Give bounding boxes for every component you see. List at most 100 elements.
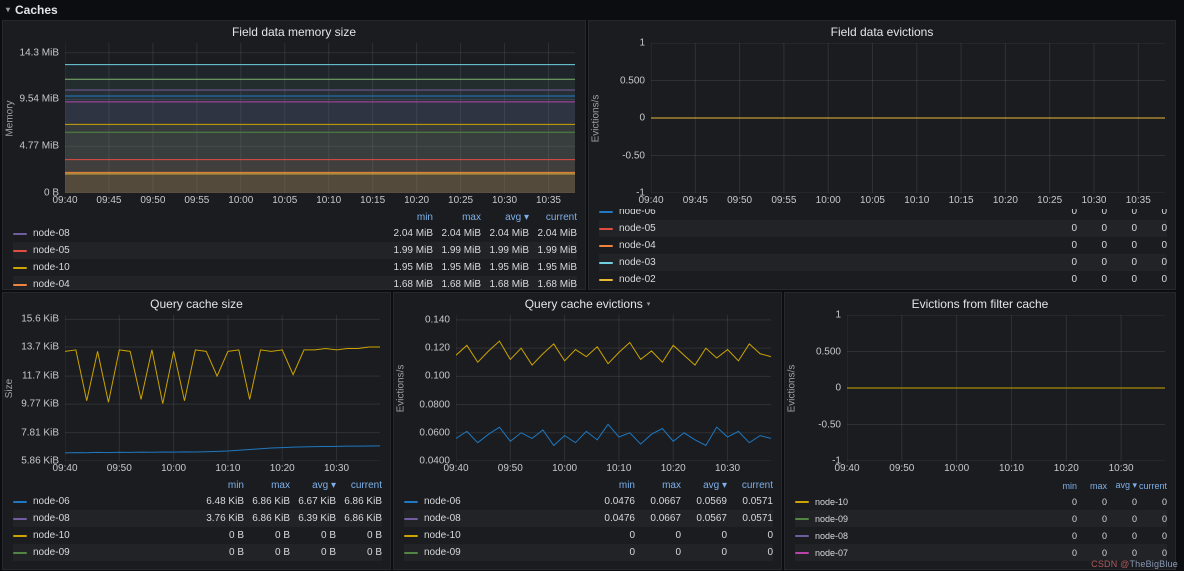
series-name-link[interactable]: node-09 [815, 514, 1047, 524]
legend-value: 0 [1161, 513, 1167, 524]
legend-row: node-10 1.95 MiB 1.95 MiB 1.95 MiB 1.95 MiB [13, 259, 577, 276]
series-name-link[interactable]: node-10 [815, 497, 1047, 507]
watermark-name: TheBigBlue [1129, 559, 1178, 569]
y-axis-ticks: 14.3 MiB 9.54 MiB 4.77 MiB 0 B [17, 43, 65, 198]
legend-value: 0 [1161, 547, 1167, 558]
series-color-icon[interactable] [404, 551, 418, 554]
legend-header-min[interactable]: min [198, 480, 244, 491]
series-color-icon[interactable] [795, 534, 809, 537]
legend-header-max[interactable]: max [244, 480, 290, 491]
chart-plot[interactable] [65, 43, 575, 193]
panel-title-text: Query cache evictions [524, 297, 643, 311]
panel-title[interactable]: Query cache size [3, 293, 390, 315]
series-name-link[interactable]: node-10 [33, 262, 385, 273]
legend-row: node-05 1.99 MiB 1.99 MiB 1.99 MiB 1.99 MiB [13, 242, 577, 259]
series-name-link[interactable]: node-09 [424, 547, 589, 558]
series-color-icon[interactable] [599, 227, 613, 230]
series-name-link[interactable]: node-09 [33, 547, 198, 558]
legend-header-avg[interactable]: avg ▾ [681, 480, 727, 491]
series-color-icon[interactable] [13, 266, 27, 269]
legend-header-avg[interactable]: avg ▾ [290, 480, 336, 491]
series-name-link[interactable]: node-03 [619, 257, 1047, 268]
series-color-icon[interactable] [13, 283, 27, 286]
x-tick-label: 10:15 [360, 195, 386, 206]
series-color-icon[interactable] [13, 249, 27, 252]
chart-plot[interactable] [651, 43, 1165, 193]
series-name-link[interactable]: node-04 [619, 240, 1047, 251]
legend-header-current[interactable]: current [336, 480, 382, 491]
section-toggle-caches[interactable]: ▾ Caches [6, 1, 58, 18]
series-name-link[interactable]: node-10 [33, 530, 198, 541]
legend-header-current[interactable]: current [529, 212, 577, 223]
series-color-icon[interactable] [13, 500, 27, 503]
series-name-link[interactable]: node-05 [33, 245, 385, 256]
chart-plot[interactable] [847, 315, 1165, 461]
legend-header-current[interactable]: current [1137, 481, 1167, 491]
series-name-link[interactable]: node-07 [815, 548, 1047, 558]
legend-row: node-06 0.0476 0.0667 0.0569 0.0571 [404, 493, 773, 510]
panel-title[interactable]: Evictions from filter cache [785, 293, 1175, 315]
series-color-icon[interactable] [404, 517, 418, 520]
legend-header-avg[interactable]: avg ▾ [1107, 480, 1137, 491]
legend-value: 0 [1161, 209, 1167, 217]
series-color-icon[interactable] [795, 500, 809, 503]
series-color-icon[interactable] [795, 517, 809, 520]
legend-value: 1.95 MiB [489, 262, 529, 273]
legend-rows: node-10 0 0 0 0 node-09 0 0 0 0 node-08 0 0 0 0 node-07… [795, 493, 1167, 561]
series-name-link[interactable]: node-08 [33, 513, 198, 524]
series-color-icon[interactable] [13, 551, 27, 554]
panel-title[interactable]: Field data memory size [3, 21, 585, 43]
legend-header-max[interactable]: max [433, 212, 481, 223]
legend-value: 1.99 MiB [537, 245, 577, 256]
series-color-icon[interactable] [13, 534, 27, 537]
legend-header-current[interactable]: current [727, 480, 773, 491]
chart-zone: Size 15.6 KiB 13.7 KiB 11.7 KiB 9.77 KiB 7.8… [3, 314, 390, 467]
series-color-icon[interactable] [795, 551, 809, 554]
panel-title-text: Query cache size [150, 297, 243, 311]
series-color-icon[interactable] [404, 534, 418, 537]
legend-value: 1.68 MiB [537, 279, 577, 289]
chart-plot[interactable] [65, 315, 380, 461]
series-name-link[interactable]: node-08 [424, 513, 589, 524]
series-name-link[interactable]: node-06 [424, 496, 589, 507]
x-tick-label: 09:40 [52, 463, 78, 474]
panel-menu-caret-icon[interactable]: ▾ [647, 300, 651, 308]
legend-header-min[interactable]: min [589, 480, 635, 491]
series-color-icon[interactable] [13, 232, 27, 235]
series-name-link[interactable]: node-04 [33, 279, 385, 289]
legend-value: 1.99 MiB [489, 245, 529, 256]
series-color-icon[interactable] [404, 500, 418, 503]
series-name-link[interactable]: node-08 [815, 531, 1047, 541]
legend-header-min[interactable]: min [1047, 481, 1077, 491]
series-name-link[interactable]: node-08 [33, 228, 385, 239]
series-name-link[interactable]: node-06 [33, 496, 198, 507]
y-tick-label: 0.500 [815, 346, 841, 357]
legend-value: 0 [767, 547, 773, 558]
legend-header-max[interactable]: max [635, 480, 681, 491]
legend-value: 0 [1131, 496, 1137, 507]
panel-title[interactable]: Query cache evictions ▾ [394, 293, 781, 315]
legend-row: node-02 0 0 0 0 [599, 271, 1167, 288]
chart-plot[interactable] [456, 315, 771, 461]
series-color-icon[interactable] [599, 261, 613, 264]
legend-value: 0.0569 [696, 496, 727, 507]
series-name-link[interactable]: node-10 [424, 530, 589, 541]
panel-title[interactable]: Field data evictions [589, 21, 1175, 43]
series-fill-series-yellow [65, 173, 575, 193]
y-tick-label: -0.50 [622, 150, 645, 161]
chart-zone: Evictions/s 0.140 0.120 0.100 0.0800 0.0600 0… [394, 314, 781, 467]
series-name-link[interactable]: node-06 [619, 209, 1047, 217]
x-tick-label: 10:10 [904, 195, 930, 206]
series-color-icon[interactable] [599, 210, 613, 213]
legend-value: 0.0476 [604, 513, 635, 524]
series-color-icon[interactable] [599, 278, 613, 281]
series-color-icon[interactable] [599, 244, 613, 247]
y-tick-label: 0 [835, 382, 841, 394]
legend-header-min[interactable]: min [385, 212, 433, 223]
legend-value: 0 B [320, 547, 336, 558]
series-name-link[interactable]: node-05 [619, 223, 1047, 234]
series-color-icon[interactable] [13, 517, 27, 520]
legend-header-max[interactable]: max [1077, 481, 1107, 491]
series-name-link[interactable]: node-02 [619, 274, 1047, 285]
legend-header-avg[interactable]: avg ▾ [481, 212, 529, 223]
